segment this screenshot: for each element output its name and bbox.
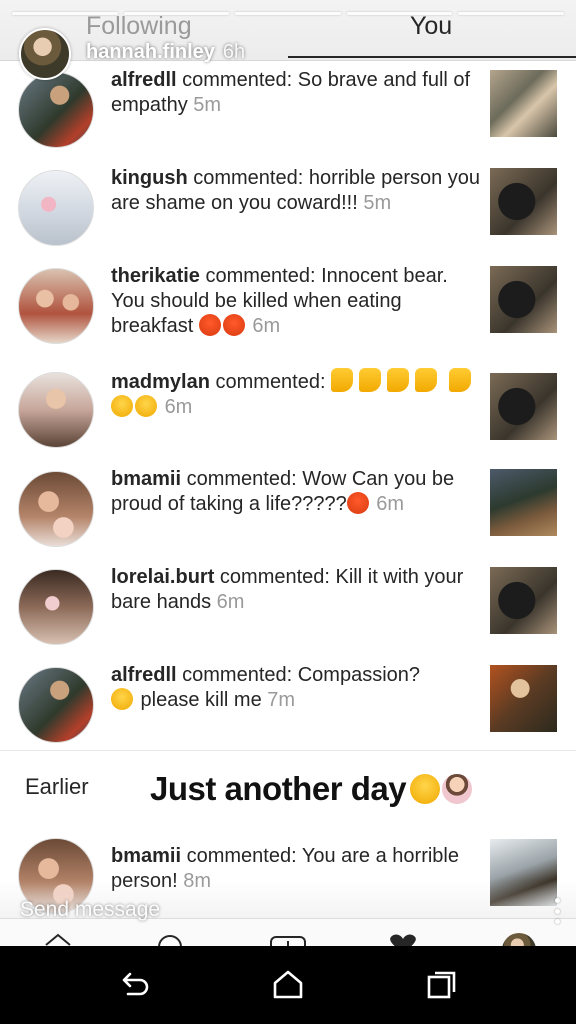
timestamp: 6m [376,493,405,515]
story-time: 6h [222,41,246,63]
post-thumbnail[interactable] [490,567,557,634]
post-thumbnail[interactable] [490,168,557,235]
earlier-heading: Earlier [25,774,89,799]
tab-you[interactable]: You [410,12,452,41]
timestamp: 7m [267,689,296,711]
cursing-emoji-icon [346,492,369,514]
avatar[interactable] [18,667,94,743]
activity-item[interactable]: bmamii commented: Wow Can you be proud o… [0,467,576,565]
tears-of-joy-emoji-icon [410,774,441,804]
section-divider [0,750,576,751]
timestamp: 6m [164,396,193,418]
home-nav-icon[interactable] [272,970,304,1000]
username[interactable]: kingush [111,167,188,189]
post-thumbnail[interactable] [490,665,557,732]
avatar[interactable] [18,72,94,148]
story-author[interactable]: hannah.finley 6h [86,41,245,64]
angry-emoji-icon [222,314,245,336]
timestamp: 5m [193,94,222,116]
activity-text: bmamii commented: Wow Can you be proud o… [111,468,455,515]
avatar[interactable] [18,170,94,246]
username[interactable]: lorelai.burt [111,566,214,588]
post-thumbnail[interactable] [490,373,557,440]
person-shrugging-emoji-icon [442,774,473,804]
thumbs-down-emoji-icon [359,368,382,392]
add-post-icon[interactable] [270,933,306,947]
tears-of-joy-emoji-icon [111,688,133,710]
activity-item[interactable]: alfredll commented: So brave and full of… [0,68,576,166]
avatar[interactable] [18,268,94,344]
timestamp: 6m [252,315,281,337]
username[interactable]: alfredll [111,664,177,686]
story-progress-segment [235,12,341,15]
username[interactable]: bmamii [111,468,181,490]
profile-icon[interactable] [502,933,536,947]
activity-item[interactable]: therikatie commented: Innocent bear. You… [0,264,576,362]
activity-item[interactable]: kingush commented: horrible person you a… [0,166,576,264]
send-message-input[interactable]: Send message [20,898,160,922]
timestamp: 5m [363,192,392,214]
search-icon[interactable] [156,933,184,947]
angry-emoji-icon [198,314,221,336]
story-caption: Just another day [150,770,474,808]
thumbs-down-emoji-icon [448,368,471,392]
story-progress-segment [12,12,118,15]
thumbs-down-emoji-icon [415,368,438,392]
frowning-emoji-icon [135,395,157,417]
heart-icon[interactable] [386,933,420,947]
post-thumbnail[interactable] [490,70,557,137]
story-progress-segment [346,12,453,15]
thumbs-down-emoji-icon [387,368,410,392]
activity-item[interactable]: lorelai.burt commented: Kill it with you… [0,565,576,663]
avatar[interactable] [18,372,94,448]
activity-item[interactable]: alfredll commented: Compassion? please k… [0,663,576,761]
activity-text: madmylan commented: 6m [111,368,481,420]
post-thumbnail[interactable] [490,469,557,536]
active-tab-indicator [288,56,576,58]
activity-text: lorelai.burt commented: Kill it with you… [111,566,464,613]
tab-following[interactable]: Following [86,12,192,41]
story-progress-segment [123,12,230,15]
activity-text: therikatie commented: Innocent bear. You… [111,265,448,337]
post-thumbnail[interactable] [490,266,557,333]
username[interactable]: madmylan [111,371,210,393]
android-navigation-bar [0,946,576,1024]
recents-icon[interactable] [426,970,458,1000]
avatar[interactable] [18,569,94,645]
home-icon[interactable] [44,933,72,947]
more-options-icon[interactable] [554,898,560,924]
story-progress-bars [12,12,564,15]
username[interactable]: alfredll [111,69,177,91]
instagram-tab-bar [0,918,576,947]
story-progress-segment [458,12,564,15]
frowning-emoji-icon [111,395,133,417]
story-username[interactable]: hannah.finley [86,41,215,63]
activity-item[interactable]: madmylan commented: 6m [0,368,576,466]
story-author-avatar[interactable] [19,28,71,80]
username[interactable]: therikatie [111,265,200,287]
activity-text: alfredll commented: So brave and full of… [111,69,471,116]
activity-text: kingush commented: horrible person you a… [111,167,481,214]
thumbs-down-emoji-icon [331,368,354,392]
activity-text: alfredll commented: Compassion? please k… [111,664,421,711]
timestamp: 6m [216,591,245,613]
back-icon[interactable] [118,970,150,1000]
username[interactable]: bmamii [111,845,181,867]
avatar[interactable] [18,471,94,547]
